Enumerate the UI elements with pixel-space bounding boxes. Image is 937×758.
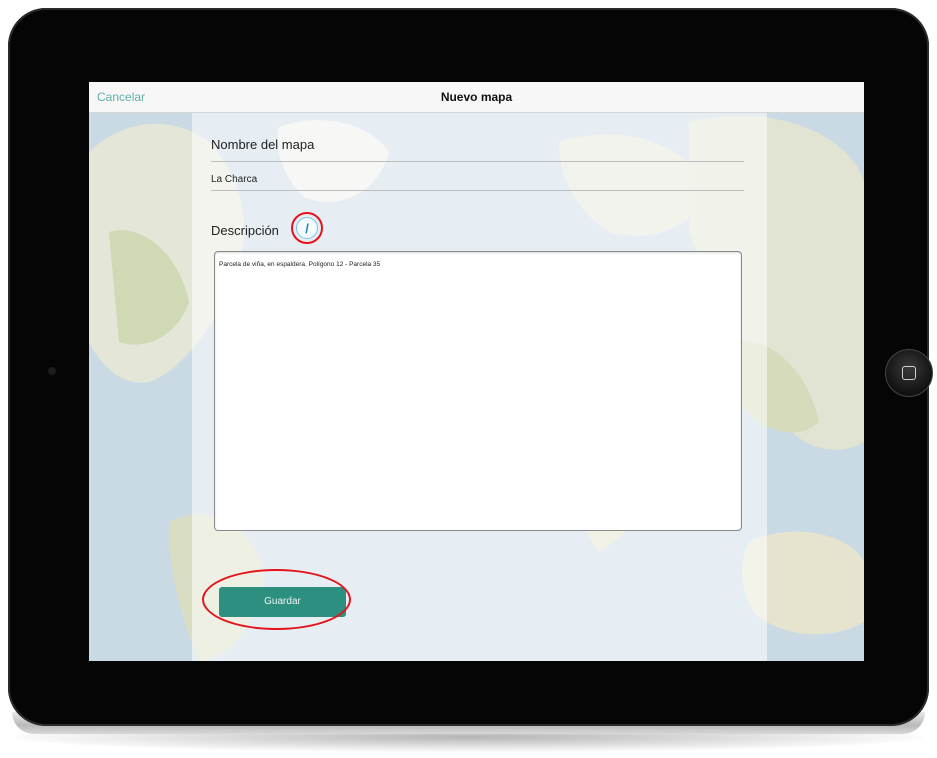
edit-icon-highlight-circle (291, 212, 323, 244)
camera-icon (48, 367, 56, 375)
save-button-highlight-circle (202, 569, 351, 630)
divider (211, 161, 744, 162)
description-text: Parcela de viña, en espaldera. Polígono … (219, 261, 381, 268)
map-name-field[interactable]: La Charca (211, 174, 257, 185)
map-name-label: Nombre del mapa (211, 137, 315, 152)
home-button[interactable] (885, 349, 933, 397)
navigation-bar: Cancelar Nuevo mapa (89, 82, 864, 113)
app-screen: Cancelar Nuevo mapa Nombre del mapa La C… (89, 82, 864, 661)
divider (211, 190, 744, 191)
description-label: Descripción (211, 223, 279, 238)
home-button-icon (902, 366, 916, 380)
description-textarea[interactable]: Parcela de viña, en espaldera. Polígono … (214, 251, 742, 531)
page-title: Nuevo mapa (440, 90, 513, 104)
